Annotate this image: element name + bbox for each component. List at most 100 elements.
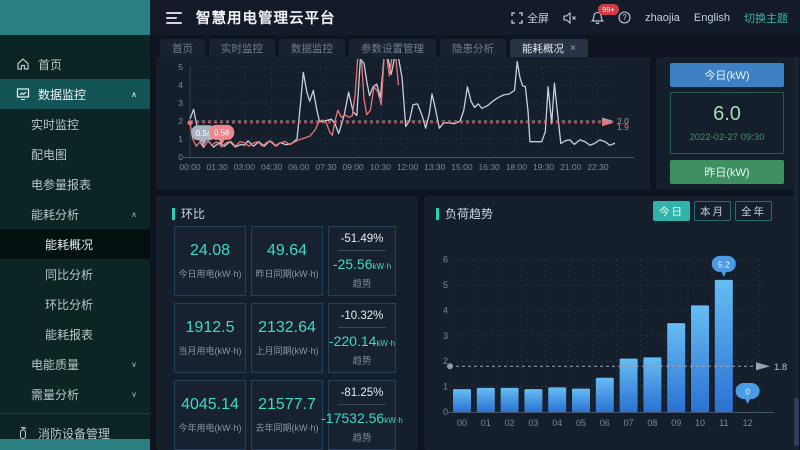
svg-text:11: 11 — [719, 418, 728, 428]
fullscreen-button[interactable]: 全屏 — [511, 10, 549, 26]
load-trend-bar-chart: 0123456000102030405060708091011121.85.20 — [430, 238, 794, 448]
svg-text:22:30: 22:30 — [587, 162, 609, 172]
notifications-button[interactable]: 99+ — [591, 11, 604, 25]
stat-card: 24.08 今日用电(kW·h) — [174, 226, 246, 296]
svg-text:00: 00 — [457, 418, 467, 428]
svg-text:16:30: 16:30 — [479, 162, 501, 172]
sidebar-item-energy-overview[interactable]: 能耗概况 — [0, 229, 150, 259]
svg-text:0.56: 0.56 — [214, 128, 230, 137]
mute-speaker-icon — [563, 12, 577, 24]
sidebar-item-label: 电参量报表 — [31, 176, 91, 193]
range-month-button[interactable]: 本月 — [694, 201, 731, 221]
svg-text:00:00: 00:00 — [179, 162, 201, 172]
chevron-up-icon: ∧ — [131, 210, 137, 219]
stat-card: 4045.14 今年用电(kW·h) — [174, 380, 246, 450]
sidebar-item-label: 同比分析 — [45, 266, 93, 283]
stat-card: 21577.7 去年同期(kW·h) — [251, 380, 323, 450]
svg-text:5.2: 5.2 — [718, 259, 730, 269]
sidebar-item-energy-report[interactable]: 能耗报表 — [0, 319, 150, 349]
sidebar-item-yoy-analysis[interactable]: 同比分析 — [0, 259, 150, 289]
sidebar-item-demand-analysis[interactable]: 需量分析 ∨ — [0, 379, 150, 409]
svg-text:10:30: 10:30 — [370, 162, 392, 172]
sidebar-item-home[interactable]: 首页 — [0, 49, 150, 79]
tab-hazard-analysis[interactable]: 隐患分析 — [440, 39, 506, 57]
help-icon: ? — [618, 11, 631, 24]
sidebar-menu: 首页 数据监控 ∧ 实时监控 配电图 电参量报表 能耗分析 ∧ 能耗概况 — [0, 49, 150, 448]
current-power-timestamp: 2022-02-27 09:30 — [689, 132, 764, 143]
theme-switch[interactable]: 切换主题 — [744, 10, 788, 26]
monitor-icon — [16, 87, 30, 101]
sidebar-divider — [0, 413, 150, 414]
sidebar-item-distribution-map[interactable]: 配电图 — [0, 139, 150, 169]
tab-realtime-monitor[interactable]: 实时监控 — [209, 39, 275, 57]
dashboard-root: 首页 数据监控 ∧ 实时监控 配电图 电参量报表 能耗分析 ∧ 能耗概况 — [0, 0, 800, 450]
sidebar-item-label: 能耗报表 — [45, 326, 93, 343]
tab-energy-overview[interactable]: 能耗概况 × — [510, 39, 588, 57]
chevron-up-icon: ∧ — [131, 90, 137, 99]
range-today-button[interactable]: 今日 — [653, 201, 690, 221]
trend-card: -81.25% -17532.56kW·h 趋势 — [328, 380, 396, 450]
today-power-panel: 今日(kW) 6.0 2022-02-27 09:30 昨日(kW) — [656, 57, 798, 190]
svg-text:19:30: 19:30 — [533, 162, 555, 172]
stat-grid: 24.08 今日用电(kW·h) 49.64 昨日同期(kW·h) -51.49… — [174, 226, 396, 450]
sidebar-item-data-monitor[interactable]: 数据监控 ∧ — [0, 79, 150, 109]
svg-text:06:00: 06:00 — [288, 162, 310, 172]
tab-data-monitor[interactable]: 数据监控 — [279, 39, 345, 57]
svg-text:0: 0 — [443, 407, 448, 417]
tab-param-settings[interactable]: 参数设置管理 — [349, 39, 436, 57]
svg-text:13:30: 13:30 — [424, 162, 446, 172]
svg-text:5: 5 — [178, 62, 183, 72]
menu-collapse-icon[interactable] — [166, 12, 182, 24]
notification-badge: 99+ — [598, 4, 619, 15]
sidebar-bottom-accent — [0, 439, 150, 450]
tab-home[interactable]: 首页 — [160, 39, 205, 57]
chevron-down-icon: ∨ — [131, 390, 137, 399]
svg-text:05: 05 — [576, 418, 586, 428]
language-switch[interactable]: English — [694, 12, 730, 24]
trend-card: -10.32% -220.14kW·h 趋势 — [328, 303, 396, 373]
svg-text:1: 1 — [178, 134, 183, 144]
svg-text:08: 08 — [647, 418, 657, 428]
top-header: 智慧用电管理云平台 全屏 99+ ? zhaojia English 切换主题 — [150, 0, 800, 35]
scrollbar-thumb[interactable] — [794, 398, 799, 446]
app-title: 智慧用电管理云平台 — [196, 7, 336, 28]
sidebar-item-label: 首页 — [38, 56, 62, 73]
svg-text:07: 07 — [624, 418, 634, 428]
title-accent-bar — [436, 208, 439, 220]
power-line-chart: 01234500:0001:3003:0004:3006:0007:3009:0… — [156, 57, 650, 190]
logo-block — [0, 0, 150, 35]
help-button[interactable]: ? — [618, 11, 631, 24]
close-tab-icon[interactable]: × — [570, 43, 576, 54]
svg-text:21:00: 21:00 — [560, 162, 582, 172]
sidebar: 首页 数据监控 ∧ 实时监控 配电图 电参量报表 能耗分析 ∧ 能耗概况 — [0, 0, 150, 450]
panel-title: 负荷趋势 — [436, 205, 493, 222]
svg-text:3: 3 — [178, 98, 183, 108]
sidebar-item-energy-analysis[interactable]: 能耗分析 ∧ — [0, 199, 150, 229]
fire-extinguisher-icon — [16, 426, 30, 440]
sidebar-item-mom-analysis[interactable]: 环比分析 — [0, 289, 150, 319]
today-kw-button[interactable]: 今日(kW) — [670, 63, 784, 87]
trend-card: -51.49% -25.56kW·h 趋势 — [328, 226, 396, 296]
sidebar-item-label: 能耗概况 — [45, 236, 93, 253]
scrollbar-track[interactable] — [794, 57, 799, 450]
svg-text:01: 01 — [481, 418, 491, 428]
sidebar-item-power-quality[interactable]: 电能质量 ∨ — [0, 349, 150, 379]
tab-strip: 首页 实时监控 数据监控 参数设置管理 隐患分析 能耗概况 × — [150, 35, 800, 57]
svg-text:09: 09 — [671, 418, 681, 428]
svg-text:01:30: 01:30 — [207, 162, 229, 172]
svg-text:6: 6 — [443, 255, 448, 265]
svg-text:06: 06 — [600, 418, 610, 428]
yesterday-kw-button[interactable]: 昨日(kW) — [670, 160, 784, 184]
svg-text:12:00: 12:00 — [397, 162, 419, 172]
svg-text:03: 03 — [528, 418, 538, 428]
chevron-down-icon: ∨ — [131, 360, 137, 369]
sidebar-item-param-report[interactable]: 电参量报表 — [0, 169, 150, 199]
username[interactable]: zhaojia — [645, 12, 680, 24]
fullscreen-icon — [511, 12, 523, 24]
current-power-box: 6.0 2022-02-27 09:30 — [670, 92, 784, 154]
sidebar-item-realtime-monitor[interactable]: 实时监控 — [0, 109, 150, 139]
svg-text:04:30: 04:30 — [261, 162, 283, 172]
range-year-button[interactable]: 全年 — [735, 201, 772, 221]
panel-title: 环比 — [172, 205, 205, 222]
mute-button[interactable] — [563, 12, 577, 24]
